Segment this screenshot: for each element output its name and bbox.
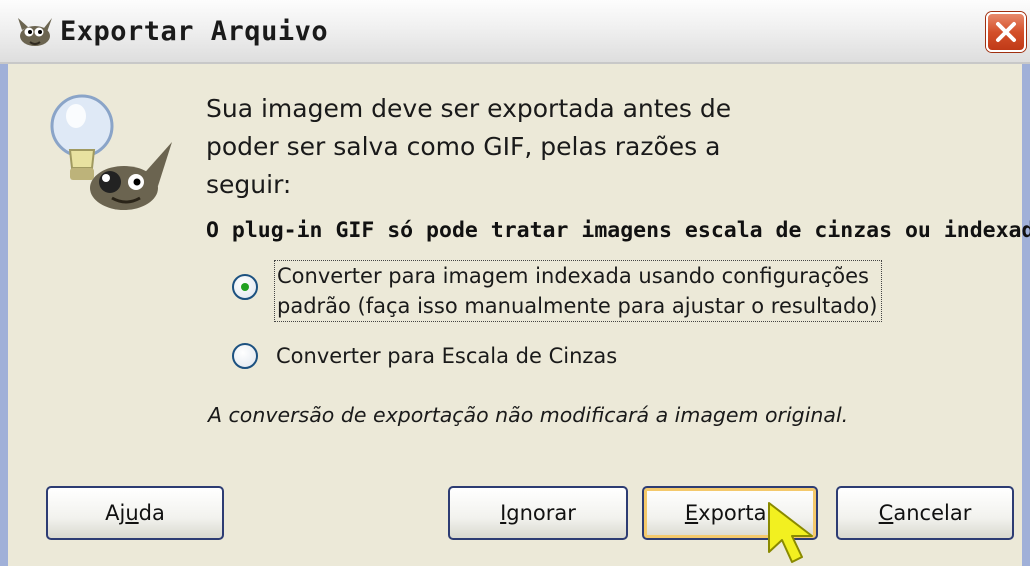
- option-convert-indexed-label[interactable]: Converter para imagem indexada usando co…: [274, 260, 883, 322]
- cancel-button[interactable]: Cancelar: [836, 486, 1014, 540]
- option-indexed-line-2: padrão (faça isso manualmente para ajust…: [277, 294, 878, 318]
- option-convert-grayscale-label[interactable]: Converter para Escala de Cinzas: [276, 341, 617, 371]
- export-reason: O plug-in GIF só pode tratar imagens esc…: [206, 218, 1030, 243]
- intro-line-3: seguir:: [206, 170, 292, 199]
- close-icon: [996, 22, 1016, 42]
- conversion-note: A conversão de exportação não modificará…: [208, 403, 849, 427]
- intro-line-2: poder ser salva como GIF, pelas razões a: [206, 132, 721, 161]
- close-button[interactable]: [986, 12, 1026, 52]
- help-mnemonic: u: [125, 501, 139, 525]
- window-title: Exportar Arquivo: [60, 16, 329, 47]
- ignore-button[interactable]: Ignorar: [448, 486, 628, 540]
- title-bar[interactable]: Exportar Arquivo: [0, 0, 1030, 64]
- cancel-label: ancelar: [893, 501, 972, 525]
- mouse-pointer-icon: [768, 502, 813, 563]
- intro-message: Sua imagem deve ser exportada antes de p…: [206, 90, 746, 204]
- help-button[interactable]: Ajuda: [46, 486, 224, 540]
- ignore-label: gnorar: [506, 501, 576, 525]
- export-file-dialog: Exportar Arquivo Sua imagem deve ser exp…: [0, 0, 1030, 566]
- cancel-mnemonic: C: [878, 501, 894, 525]
- gimp-wilber-icon: [18, 18, 52, 46]
- help-label-a: Aj: [105, 501, 126, 525]
- option-indexed-line-1: Converter para imagem indexada usando co…: [277, 264, 869, 288]
- radio-convert-grayscale[interactable]: [232, 343, 258, 369]
- radio-convert-indexed[interactable]: [232, 274, 258, 300]
- export-label: xportar: [698, 501, 776, 525]
- gimp-lightbulb-mascot-icon: [50, 94, 172, 210]
- help-label-b: da: [138, 501, 165, 525]
- export-mnemonic: E: [684, 501, 699, 525]
- intro-line-1: Sua imagem deve ser exportada antes de: [206, 94, 732, 123]
